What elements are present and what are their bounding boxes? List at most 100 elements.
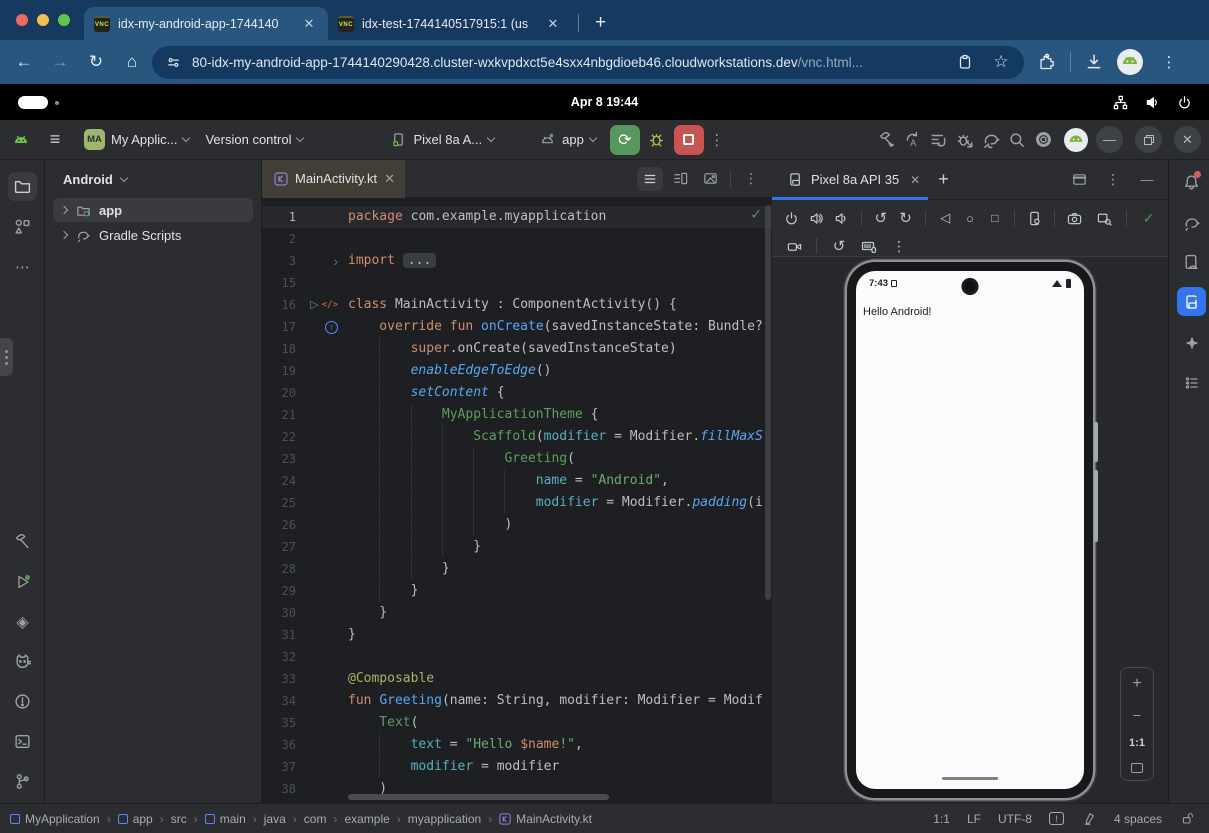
highlight-level-icon[interactable]	[1081, 811, 1097, 827]
run-config-selector[interactable]: app	[530, 125, 604, 155]
line-number[interactable]: 24	[262, 470, 296, 492]
gutter[interactable]	[296, 536, 348, 558]
code-line[interactable]: 35Text(	[262, 712, 772, 734]
project-folder-icon[interactable]	[8, 172, 37, 201]
gutter[interactable]	[296, 228, 348, 250]
lock-open-icon[interactable]	[1179, 811, 1195, 827]
breadcrumb-item[interactable]: main	[205, 812, 246, 826]
more-kebab-icon[interactable]: ⋮	[1100, 167, 1126, 193]
inspection-check-icon[interactable]: ✓	[750, 206, 762, 223]
mac-close-button[interactable]	[16, 14, 28, 26]
reload-icon[interactable]: ↻	[80, 46, 112, 78]
rotate-right-icon[interactable]: ↻	[896, 206, 915, 230]
line-number[interactable]: 29	[262, 580, 296, 602]
logcat-icon[interactable]	[8, 647, 37, 676]
split-editor-icon[interactable]	[667, 167, 693, 191]
code-line[interactable]: 28}	[262, 558, 772, 580]
gradle-sync-icon[interactable]	[978, 127, 1004, 153]
volume-up-icon[interactable]	[807, 206, 826, 230]
notifications-icon[interactable]	[1177, 168, 1206, 197]
home-icon[interactable]: ⌂	[116, 46, 148, 78]
line-number[interactable]: 32	[262, 646, 296, 668]
code-line[interactable]: 24name = "Android",	[262, 470, 772, 492]
line-number[interactable]: 15	[262, 272, 296, 294]
gutter[interactable]	[296, 602, 348, 624]
line-number[interactable]: 25	[262, 492, 296, 514]
emulator-screen[interactable]: 7:43 Hello Android!	[856, 271, 1084, 789]
close-icon[interactable]: ✕	[910, 173, 920, 187]
code-area[interactable]: 1package com.example.myapplication23›imp…	[262, 198, 772, 803]
tree-row-app[interactable]: app	[53, 198, 253, 222]
zoom-fit-icon[interactable]	[1131, 763, 1143, 773]
line-number[interactable]: 19	[262, 360, 296, 382]
gutter[interactable]	[296, 756, 348, 778]
code-line[interactable]: 25modifier = Modifier.padding(i	[262, 492, 772, 514]
rerun-button[interactable]: ⟳	[610, 125, 640, 155]
code-line[interactable]: 21MyApplicationTheme {	[262, 404, 772, 426]
device-selector[interactable]: Pixel 8a A...	[381, 125, 502, 155]
gutter[interactable]	[296, 338, 348, 360]
zoom-in-button[interactable]: +	[1132, 675, 1141, 693]
mac-zoom-button[interactable]	[58, 14, 70, 26]
code-line[interactable]: 15	[262, 272, 772, 294]
device-settings-icon[interactable]	[1025, 206, 1044, 230]
screen-record-icon[interactable]	[782, 234, 806, 258]
version-control-icon[interactable]	[8, 767, 37, 796]
activities-pill[interactable]	[18, 96, 48, 109]
code-line[interactable]: 36text = "Hello $name!",	[262, 734, 772, 756]
back-icon[interactable]: ←	[8, 46, 40, 78]
new-tab-button[interactable]: +	[585, 12, 616, 34]
resource-manager-icon[interactable]	[8, 212, 37, 241]
code-line[interactable]: 26)	[262, 514, 772, 536]
line-number[interactable]: 28	[262, 558, 296, 580]
breadcrumb-item[interactable]: src	[171, 812, 187, 826]
main-menu-icon[interactable]: ≡	[42, 127, 68, 153]
caret-position[interactable]: 1:1	[933, 812, 950, 826]
code-line[interactable]: 18super.onCreate(savedInstanceState)	[262, 338, 772, 360]
gutter[interactable]	[296, 514, 348, 536]
run-class-icon[interactable]: ▷	[310, 294, 318, 316]
code-line[interactable]: 2	[262, 228, 772, 250]
gutter[interactable]	[296, 272, 348, 294]
system-clock[interactable]: Apr 8 19:44	[571, 95, 638, 109]
code-line[interactable]: 27}	[262, 536, 772, 558]
running-devices-icon[interactable]	[1177, 287, 1206, 316]
line-number[interactable]: 22	[262, 426, 296, 448]
minimize-icon[interactable]: —	[1096, 126, 1123, 153]
editor-tab-mainactivity[interactable]: MainActivity.kt ✕	[262, 160, 405, 198]
readonly-indicator-icon[interactable]: !	[1049, 812, 1064, 825]
code-line[interactable]: 31}	[262, 624, 772, 646]
restore-icon[interactable]	[1135, 126, 1162, 153]
overriding-method-icon[interactable]: ↑	[325, 321, 338, 334]
profile-avatar[interactable]	[1117, 49, 1143, 75]
profiler-icon[interactable]	[952, 127, 978, 153]
zoom-actual-button[interactable]: 1:1	[1129, 737, 1145, 749]
gutter[interactable]	[296, 206, 348, 228]
rotate-left-icon[interactable]: ↺	[871, 206, 890, 230]
compose-preview-icon[interactable]: </>	[322, 294, 338, 316]
code-line[interactable]: 16▷</>class MainActivity : ComponentActi…	[262, 294, 772, 316]
gutter[interactable]	[296, 580, 348, 602]
breadcrumb-item[interactable]: java	[264, 812, 286, 826]
editor-vertical-scrollbar[interactable]	[765, 205, 771, 600]
file-encoding[interactable]: UTF-8	[998, 812, 1032, 826]
chevron-right-icon[interactable]	[60, 231, 68, 239]
gutter[interactable]	[296, 426, 348, 448]
stop-button[interactable]	[674, 125, 704, 155]
gutter[interactable]: ▷</>	[296, 294, 348, 316]
line-number[interactable]: 21	[262, 404, 296, 426]
gutter[interactable]	[296, 690, 348, 712]
debug-icon[interactable]	[644, 127, 670, 153]
macos-window-controls[interactable]	[0, 0, 84, 40]
line-number[interactable]: 17	[262, 316, 296, 338]
code-line[interactable]: 17↑override fun onCreate(savedInstanceSt…	[262, 316, 772, 338]
more-tool-windows-icon[interactable]: ⋯	[8, 252, 37, 281]
build-icon[interactable]	[874, 127, 900, 153]
line-number[interactable]: 35	[262, 712, 296, 734]
breadcrumb-item[interactable]: app	[118, 812, 153, 826]
build-hammer-icon[interactable]	[8, 527, 37, 556]
editor-horizontal-scrollbar[interactable]	[348, 794, 609, 800]
url-text[interactable]: 80-idx-my-android-app-1744140290428.clus…	[192, 55, 942, 70]
code-assist-icon[interactable]: A	[900, 127, 926, 153]
code-line[interactable]: 34fun Greeting(name: String, modifier: M…	[262, 690, 772, 712]
